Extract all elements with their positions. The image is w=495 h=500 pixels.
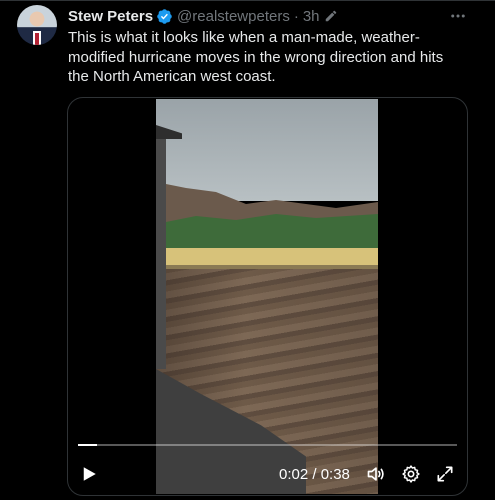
tweet-text: This is what it looks like when a man-ma… — [68, 29, 444, 85]
tweet-time[interactable]: 3h — [303, 8, 320, 25]
video-progress-fill — [78, 444, 97, 446]
edit-pencil-icon[interactable] — [324, 9, 338, 23]
verified-badge-icon[interactable] — [156, 8, 173, 25]
video-player[interactable]: 0:02 / 0:38 — [67, 97, 468, 496]
fullscreen-icon — [437, 466, 453, 482]
volume-icon — [367, 467, 384, 481]
more-options-icon[interactable] — [449, 7, 467, 25]
author-name[interactable]: Stew Peters — [68, 8, 153, 25]
author-handle[interactable]: @realstewpeters — [177, 8, 290, 25]
avatar-tie — [35, 33, 39, 45]
gear-icon — [402, 465, 420, 483]
top-divider — [0, 0, 495, 1]
play-icon — [83, 467, 96, 481]
tweet-header: Stew Peters @realstewpeters · 3h — [68, 6, 338, 26]
video-controls: 0:02 / 0:38 — [68, 458, 467, 490]
video-pillar — [156, 139, 166, 369]
video-frame[interactable] — [156, 99, 378, 494]
play-button[interactable] — [80, 465, 98, 483]
volume-button[interactable] — [366, 464, 386, 484]
fullscreen-button[interactable] — [435, 464, 455, 484]
video-progress-bar[interactable] — [78, 444, 457, 446]
video-time-readout: 0:02 / 0:38 — [279, 466, 350, 483]
separator-dot: · — [293, 7, 299, 25]
avatar[interactable] — [17, 5, 57, 45]
settings-button[interactable] — [401, 464, 421, 484]
